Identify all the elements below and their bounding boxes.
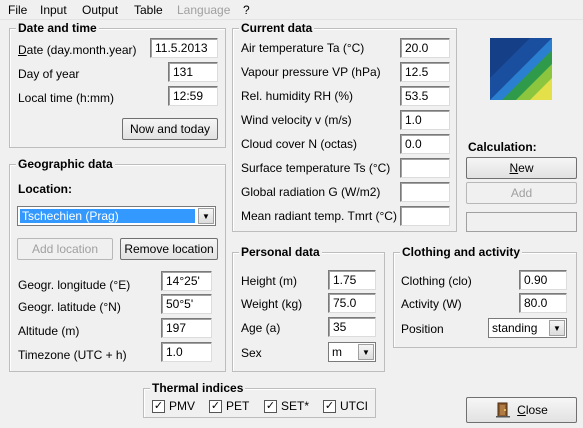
date-time-title: Date and time xyxy=(16,21,99,35)
menu-table[interactable]: Table xyxy=(134,3,163,17)
height-label: Height (m) xyxy=(241,274,298,288)
air-temp-label: Air temperature Ta (°C) xyxy=(241,41,365,55)
global-radiation-label: Global radiation G (W/m2) xyxy=(241,185,381,199)
now-and-today-button[interactable]: Now and today xyxy=(122,118,218,140)
weight-label: Weight (kg) xyxy=(241,297,303,311)
cloud-cover-label: Cloud cover N (octas) xyxy=(241,137,358,151)
age-field[interactable]: 35 xyxy=(328,317,376,337)
sex-selected-value: m xyxy=(332,345,342,359)
position-selected-value: standing xyxy=(492,321,538,335)
latitude-label: Geogr. latitude (°N) xyxy=(18,300,121,314)
calculation-title: Calculation: xyxy=(468,140,537,154)
position-label: Position xyxy=(401,322,444,336)
thermal-indices-title: Thermal indices xyxy=(150,381,246,395)
humidity-label: Rel. humidity RH (%) xyxy=(241,89,354,103)
local-time-label: Local time (h:mm) xyxy=(18,91,115,105)
sex-label: Sex xyxy=(241,346,262,360)
vapour-pressure-field[interactable]: 12.5 xyxy=(400,62,450,82)
position-select[interactable]: standing ▼ xyxy=(488,318,567,338)
date-label: Date (day.month.year) xyxy=(18,43,137,57)
timezone-label: Timezone (UTC + h) xyxy=(18,348,127,362)
calculation-status-frame xyxy=(466,212,577,232)
longitude-field[interactable]: 14°25' xyxy=(161,271,212,291)
close-label: Close xyxy=(517,403,548,417)
menu-help[interactable]: ? xyxy=(243,3,250,17)
app-logo xyxy=(490,38,552,100)
add-location-button[interactable]: Add location xyxy=(17,238,113,260)
age-label: Age (a) xyxy=(241,321,281,335)
altitude-field[interactable]: 197 xyxy=(161,318,212,338)
altitude-label: Altitude (m) xyxy=(18,324,80,338)
date-field[interactable]: 11.5.2013 xyxy=(150,38,218,58)
day-of-year-label: Day of year xyxy=(18,67,80,81)
check-icon: ✓ xyxy=(264,399,277,413)
clothing-activity-title: Clothing and activity xyxy=(400,245,523,259)
chevron-down-icon[interactable]: ▼ xyxy=(358,344,374,360)
menu-file[interactable]: File xyxy=(8,3,27,17)
wind-field[interactable]: 1.0 xyxy=(400,110,450,130)
add-button[interactable]: Add xyxy=(466,182,577,204)
clothing-label: Clothing (clo) xyxy=(401,274,472,288)
menu-bar: File Input Output Table Language ? xyxy=(0,0,583,20)
longitude-label: Geogr. longitude (°E) xyxy=(18,278,131,292)
latitude-field[interactable]: 50°5' xyxy=(161,294,212,314)
menu-output[interactable]: Output xyxy=(82,3,118,17)
utci-checkbox[interactable]: ✓ UTCI xyxy=(323,399,368,413)
wind-label: Wind velocity v (m/s) xyxy=(241,113,352,127)
surface-temp-label: Surface temperature Ts (°C) xyxy=(241,161,391,175)
chevron-down-icon[interactable]: ▼ xyxy=(198,208,214,224)
activity-field[interactable]: 80.0 xyxy=(519,293,567,313)
menu-language[interactable]: Language xyxy=(177,3,230,17)
location-selected-value: Tschechien (Prag) xyxy=(20,209,195,223)
close-button[interactable]: Close xyxy=(466,397,577,423)
pmv-checkbox[interactable]: ✓ PMV xyxy=(152,399,195,413)
current-data-title: Current data xyxy=(239,21,315,35)
height-field[interactable]: 1.75 xyxy=(328,270,376,290)
air-temp-field[interactable]: 20.0 xyxy=(400,38,450,58)
humidity-field[interactable]: 53.5 xyxy=(400,86,450,106)
set-checkbox[interactable]: ✓ SET* xyxy=(264,399,309,413)
location-select[interactable]: Tschechien (Prag) ▼ xyxy=(17,206,216,226)
sex-select[interactable]: m ▼ xyxy=(328,342,376,362)
chevron-down-icon[interactable]: ▼ xyxy=(549,320,565,336)
weight-field[interactable]: 75.0 xyxy=(328,293,376,313)
surface-temp-field[interactable] xyxy=(400,158,450,178)
day-of-year-field[interactable]: 131 xyxy=(168,62,218,82)
activity-label: Activity (W) xyxy=(401,297,462,311)
remove-location-button[interactable]: Remove location xyxy=(120,238,218,260)
check-icon: ✓ xyxy=(152,399,165,413)
check-icon: ✓ xyxy=(323,399,336,413)
mean-radiant-temp-label: Mean radiant temp. Tmrt (°C) xyxy=(241,209,397,223)
menu-input[interactable]: Input xyxy=(40,3,67,17)
clothing-field[interactable]: 0.90 xyxy=(519,270,567,290)
cloud-cover-field[interactable]: 0.0 xyxy=(400,134,450,154)
personal-data-title: Personal data xyxy=(239,245,322,259)
door-exit-icon xyxy=(496,402,511,418)
location-label: Location: xyxy=(18,182,72,196)
mean-radiant-temp-field[interactable] xyxy=(400,206,450,226)
timezone-field[interactable]: 1.0 xyxy=(161,342,212,362)
vapour-pressure-label: Vapour pressure VP (hPa) xyxy=(241,65,381,79)
global-radiation-field[interactable] xyxy=(400,182,450,202)
new-button[interactable]: New xyxy=(466,157,577,179)
check-icon: ✓ xyxy=(209,399,222,413)
pet-checkbox[interactable]: ✓ PET xyxy=(209,399,249,413)
local-time-field[interactable]: 12:59 xyxy=(168,86,218,106)
geographic-title: Geographic data xyxy=(16,157,115,171)
